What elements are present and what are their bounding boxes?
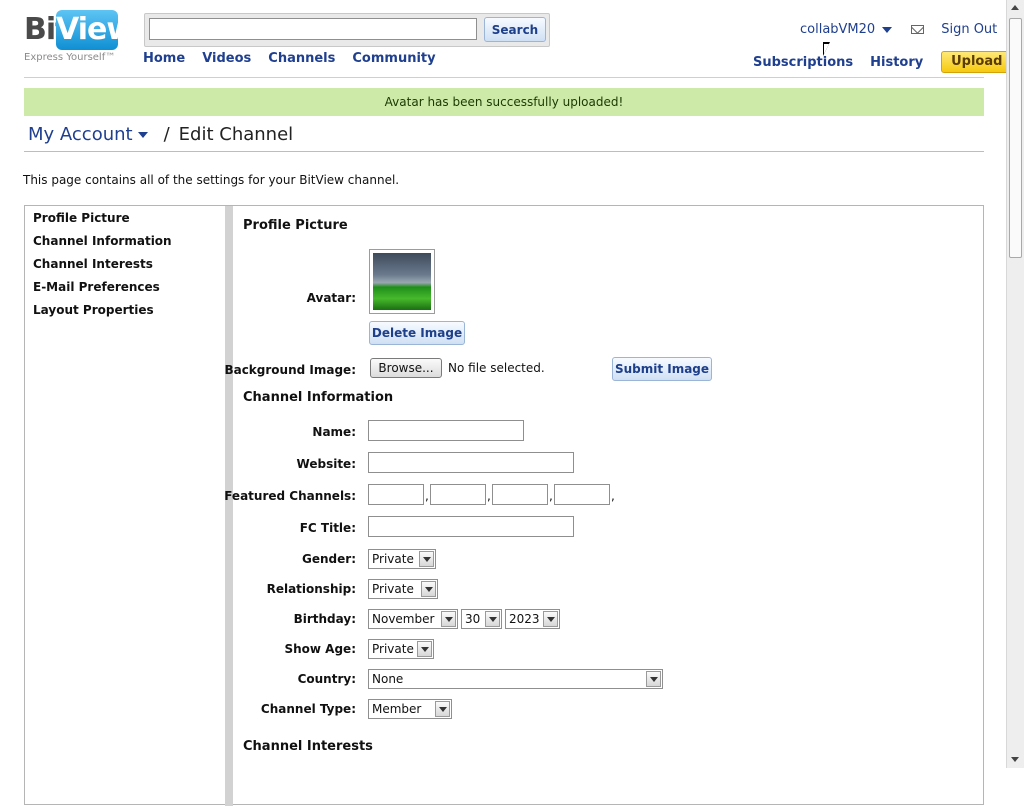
sidebar-item-channel-interests[interactable]: Channel Interests [33, 257, 153, 271]
chevron-down-icon [417, 641, 432, 657]
comma-separator: , [611, 489, 615, 503]
sidebar-item-channel-information[interactable]: Channel Information [33, 234, 172, 248]
background-image-label: Background Image: [224, 363, 356, 377]
scroll-down-arrow-icon[interactable] [1007, 751, 1024, 768]
featured-channels-label: Featured Channels: [224, 489, 356, 503]
website-label: Website: [296, 457, 356, 471]
upload-button[interactable]: Upload [941, 51, 1013, 73]
gender-label: Gender: [302, 552, 356, 566]
user-nav: Subscriptions History Upload [753, 51, 1013, 73]
chevron-down-icon [646, 671, 661, 687]
channel-type-select[interactable]: Member [368, 699, 452, 719]
nav-videos[interactable]: Videos [202, 51, 251, 66]
gender-value: Private [372, 552, 414, 566]
featured-channel-input-2[interactable] [430, 484, 486, 505]
chevron-down-icon [421, 581, 436, 597]
country-value: None [372, 672, 404, 686]
chevron-down-icon [419, 551, 434, 567]
search-button[interactable]: Search [484, 17, 546, 42]
chevron-down-icon[interactable] [882, 26, 893, 33]
logo-view-badge: View [56, 10, 134, 50]
breadcrumb-separator: / [163, 124, 170, 145]
comma-separator: , [549, 489, 553, 503]
breadcrumb-current: Edit Channel [178, 124, 294, 145]
avatar-image [373, 253, 431, 310]
relationship-select[interactable]: Private [368, 579, 438, 599]
comma-separator: , [425, 489, 429, 503]
section-title-channel-interests: Channel Interests [243, 739, 373, 754]
birthday-day-value: 30 [465, 612, 481, 626]
intro-text: This page contains all of the settings f… [23, 173, 400, 187]
my-account-link[interactable]: My Account [28, 124, 133, 145]
scroll-up-arrow-icon[interactable] [1007, 0, 1024, 17]
relationship-value: Private [372, 582, 414, 596]
show-age-label: Show Age: [284, 642, 356, 656]
mail-icon[interactable] [911, 25, 925, 34]
birthday-month-value: November [372, 612, 435, 626]
chevron-down-icon [485, 611, 500, 627]
fc-title-label: FC Title: [299, 521, 356, 535]
channel-type-value: Member [372, 702, 422, 716]
nav-home[interactable]: Home [143, 51, 185, 66]
browse-button[interactable]: Browse... [370, 358, 442, 378]
country-select[interactable]: None [368, 669, 663, 689]
section-title-channel-information: Channel Information [243, 390, 394, 405]
vertical-scrollbar[interactable] [1006, 0, 1024, 768]
settings-panel: Profile Picture Channel Information Chan… [24, 205, 984, 806]
section-title-profile-picture: Profile Picture [243, 218, 348, 233]
file-status: No file selected. [448, 361, 545, 375]
mouse-cursor-icon [823, 42, 830, 56]
history-link[interactable]: History [870, 55, 923, 70]
name-label: Name: [312, 425, 356, 439]
sidebar-divider [225, 206, 233, 806]
search-input[interactable] [149, 18, 477, 40]
name-input[interactable] [368, 420, 524, 441]
sidebar-item-email-preferences[interactable]: E-Mail Preferences [33, 280, 160, 294]
channel-type-label: Channel Type: [260, 702, 356, 716]
website-input[interactable] [368, 452, 574, 473]
logo-tagline: Express Yourself™ [24, 52, 116, 63]
birthday-year-select[interactable]: 2023 [505, 609, 560, 629]
avatar [369, 249, 435, 314]
sign-out-link[interactable]: Sign Out [941, 22, 997, 37]
user-menu: collabVM20 Sign Out [800, 22, 997, 37]
search-bar: Search [144, 13, 550, 47]
submit-image-button[interactable]: Submit Image [612, 357, 712, 381]
username-link[interactable]: collabVM20 [800, 22, 875, 37]
success-banner: Avatar has been successfully uploaded! [24, 88, 984, 116]
page: Bit View Express Yourself™ Search Home V… [0, 0, 1013, 806]
featured-channel-input-3[interactable] [492, 484, 548, 505]
featured-channel-input-4[interactable] [554, 484, 610, 505]
subscriptions-link[interactable]: Subscriptions [753, 55, 853, 70]
header-divider [24, 77, 984, 78]
chevron-down-icon [543, 611, 558, 627]
show-age-select[interactable]: Private [368, 639, 434, 659]
comma-separator: , [487, 489, 491, 503]
sidebar-item-profile-picture[interactable]: Profile Picture [33, 211, 130, 225]
sidebar-item-layout-properties[interactable]: Layout Properties [33, 303, 154, 317]
gender-select[interactable]: Private [368, 549, 436, 569]
birthday-month-select[interactable]: November [368, 609, 458, 629]
country-label: Country: [297, 672, 356, 686]
birthday-label: Birthday: [293, 612, 356, 626]
birthday-year-value: 2023 [509, 612, 540, 626]
fc-title-input[interactable] [368, 516, 574, 537]
chevron-down-icon [435, 701, 450, 717]
delete-image-button[interactable]: Delete Image [369, 321, 465, 345]
bitview-logo[interactable]: Bit View Express Yourself™ [24, 10, 134, 66]
scrollbar-thumb[interactable] [1009, 18, 1022, 258]
featured-channel-input-1[interactable] [368, 484, 424, 505]
relationship-label: Relationship: [266, 582, 356, 596]
birthday-day-select[interactable]: 30 [461, 609, 502, 629]
chevron-down-icon[interactable] [137, 131, 148, 138]
chevron-down-icon [441, 611, 456, 627]
main-nav: Home Videos Channels Community [143, 51, 436, 66]
page-title: My Account / Edit Channel [28, 124, 293, 145]
nav-channels[interactable]: Channels [268, 51, 335, 66]
nav-community[interactable]: Community [352, 51, 435, 66]
avatar-label: Avatar: [306, 291, 356, 305]
title-divider [24, 151, 984, 152]
show-age-value: Private [372, 642, 414, 656]
